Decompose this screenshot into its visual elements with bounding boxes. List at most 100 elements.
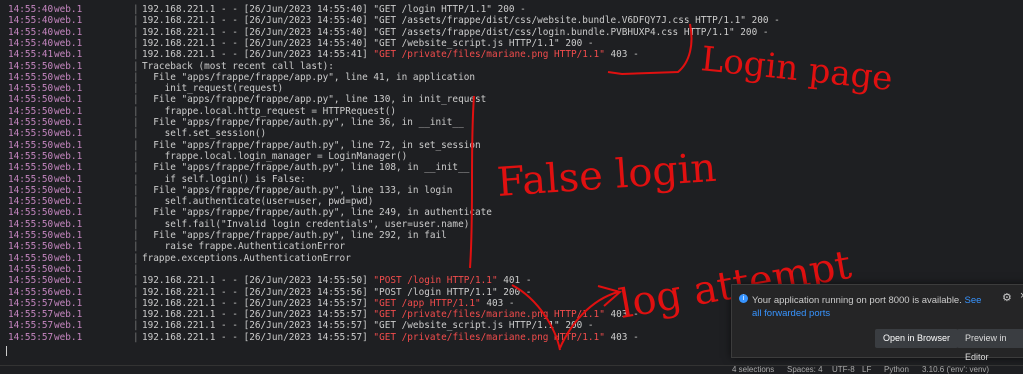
log-separator: | — [133, 297, 139, 309]
log-separator: | — [133, 331, 139, 343]
log-separator: | — [133, 275, 139, 287]
log-timestamp: 14:55:40 — [8, 15, 54, 27]
log-message: 192.168.221.1 - - [26/Jun/2023 14:55:50]… — [142, 275, 531, 286]
log-process: web.1 — [54, 94, 83, 106]
log-message-part: 192.168.221.1 - - [26/Jun/2023 14:55:57] — [142, 331, 374, 343]
log-timestamp: 14:55:50 — [8, 173, 54, 185]
log-request-highlight: "POST /login HTTP/1.1" — [373, 275, 498, 287]
log-separator: | — [133, 218, 139, 230]
log-message: self.fail("Invalid login credentials", u… — [142, 218, 470, 230]
log-request-highlight: "GET /private/files/mariane.png HTTP/1.1… — [373, 49, 605, 61]
log-message-part: 403 - — [604, 49, 639, 61]
preview-in-editor-button[interactable]: Preview in Editor — [957, 329, 1023, 362]
log-timestamp: 14:55:50 — [8, 230, 54, 241]
log-separator: | — [133, 241, 139, 253]
log-process: web.1 — [54, 207, 83, 219]
log-timestamp: 14:55:50 — [8, 162, 54, 174]
log-message-part: 403 - — [604, 331, 639, 343]
log-process: web.1 — [54, 15, 83, 27]
log-message: 192.168.221.1 - - [26/Jun/2023 14:55:40]… — [142, 4, 526, 15]
log-message: self.authenticate(user=user, pwd=pwd) — [142, 196, 374, 208]
open-in-browser-button[interactable]: Open in Browser — [875, 329, 959, 348]
log-message-part: 401 - — [497, 275, 532, 287]
log-separator: | — [133, 83, 139, 95]
log-timestamp: 14:55:40 — [8, 37, 54, 49]
log-message: 192.168.221.1 - - [26/Jun/2023 14:55:40]… — [142, 15, 780, 27]
log-message: File "apps/frappe/frappe/auth.py", line … — [142, 162, 470, 174]
log-message: File "apps/frappe/frappe/auth.py", line … — [142, 184, 453, 196]
log-process: web.1 — [54, 309, 83, 321]
log-separator: | — [133, 286, 139, 298]
log-message: raise frappe.AuthenticationError — [142, 241, 346, 253]
log-process: web.1 — [54, 128, 83, 140]
log-message: frappe.exceptions.AuthenticationError — [142, 252, 351, 264]
log-separator: | — [133, 37, 139, 49]
log-timestamp: 14:55:57 — [8, 320, 54, 332]
forwarded-ports-link[interactable]: forwarded ports — [764, 308, 830, 319]
log-process: web.1 — [54, 286, 83, 298]
log-separator: | — [133, 60, 139, 72]
log-process: web.1 — [54, 83, 83, 95]
log-process: web.1 — [54, 252, 83, 264]
log-message: frappe.local.login_manager = LoginManage… — [142, 150, 408, 162]
log-process: web.1 — [54, 184, 83, 196]
log-separator: | — [133, 263, 139, 275]
log-timestamp: 14:55:50 — [8, 275, 54, 287]
log-message-part: 403 - — [480, 297, 515, 309]
log-separator: | — [133, 320, 139, 332]
log-separator: | — [133, 173, 139, 185]
log-message: 192.168.221.1 - - [26/Jun/2023 14:55:57]… — [142, 332, 639, 343]
log-timestamp: 14:55:50 — [8, 117, 54, 128]
log-separator: | — [133, 26, 139, 38]
log-separator: | — [133, 230, 139, 241]
log-separator: | — [133, 150, 139, 162]
log-timestamp: 14:55:50 — [8, 207, 54, 219]
log-process: web.1 — [54, 71, 83, 83]
notification-text: Your application running on port 8000 is… — [752, 295, 962, 306]
log-separator: | — [133, 128, 139, 140]
log-timestamp: 14:55:50 — [8, 150, 54, 162]
log-timestamp: 14:55:50 — [8, 184, 54, 196]
log-message: 192.168.221.1 - - [26/Jun/2023 14:55:41]… — [142, 49, 639, 60]
log-process: web.1 — [54, 320, 83, 332]
info-icon: i — [739, 294, 748, 303]
log-timestamp: 14:55:50 — [8, 128, 54, 140]
log-message: 192.168.221.1 - - [26/Jun/2023 14:55:57]… — [142, 298, 515, 309]
log-process: web.1 — [54, 105, 83, 117]
log-timestamp: 14:55:41 — [8, 49, 54, 61]
log-separator: | — [133, 71, 139, 83]
log-separator: | — [133, 4, 139, 15]
log-process: web.1 — [54, 139, 83, 151]
log-separator: | — [133, 15, 139, 27]
log-message-part: 192.168.221.1 - - [26/Jun/2023 14:55:57] — [142, 309, 374, 321]
log-message: frappe.local.http_request = HTTPRequest(… — [142, 105, 396, 117]
log-message: 192.168.221.1 - - [26/Jun/2023 14:55:56]… — [142, 286, 532, 298]
log-message: File "apps/frappe/frappe/app.py", line 1… — [142, 94, 487, 106]
log-message: File "apps/frappe/frappe/auth.py", line … — [142, 139, 481, 151]
log-request-highlight: "GET /private/files/mariane.png HTTP/1.1… — [373, 309, 605, 321]
log-separator: | — [133, 139, 139, 151]
log-timestamp: 14:55:57 — [8, 309, 54, 321]
log-timestamp: 14:55:50 — [8, 218, 54, 230]
log-process: web.1 — [54, 4, 83, 15]
log-process: web.1 — [54, 60, 83, 72]
log-timestamp: 14:55:50 — [8, 71, 54, 83]
gear-icon[interactable]: ⚙ — [1002, 291, 1012, 304]
log-message: 192.168.221.1 - - [26/Jun/2023 14:55:57]… — [142, 309, 639, 320]
log-message-part: 192.168.221.1 - - [26/Jun/2023 14:55:50] — [142, 275, 374, 287]
log-separator: | — [133, 207, 139, 219]
notification-message: Your application running on port 8000 is… — [752, 294, 984, 320]
log-separator: | — [133, 117, 139, 128]
log-timestamp: 14:55:50 — [8, 105, 54, 117]
log-message: Traceback (most recent call last): — [142, 60, 334, 72]
log-timestamp: 14:55:50 — [8, 252, 54, 264]
log-request-highlight: "GET /private/files/mariane.png HTTP/1.1… — [373, 331, 605, 343]
log-process: web.1 — [54, 26, 83, 38]
log-message: File "apps/frappe/frappe/app.py", line 4… — [142, 71, 476, 83]
log-separator: | — [133, 252, 139, 264]
log-message: File "apps/frappe/frappe/auth.py", line … — [142, 207, 492, 219]
log-timestamp: 14:55:50 — [8, 139, 54, 151]
log-timestamp: 14:55:50 — [8, 263, 54, 275]
log-separator: | — [133, 196, 139, 208]
log-process: web.1 — [54, 275, 83, 287]
